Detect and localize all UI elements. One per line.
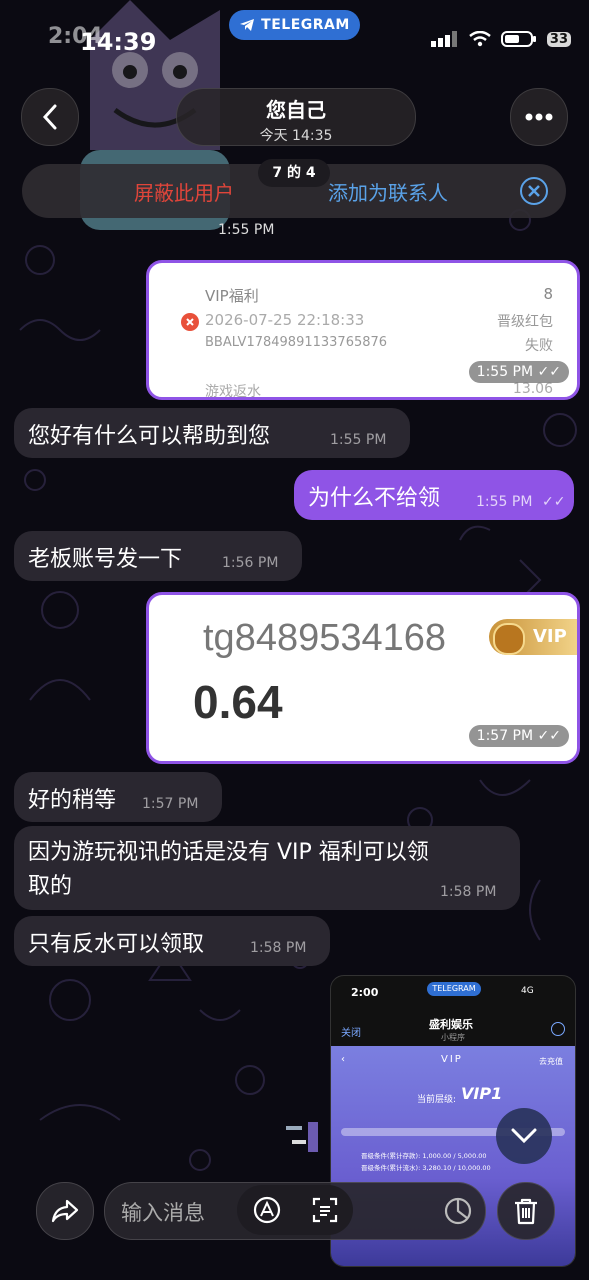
signal-icon	[430, 31, 457, 47]
incoming-message[interactable]: 您好有什么可以帮助到您 1:55 PM	[14, 408, 410, 458]
delete-button[interactable]	[497, 1182, 555, 1240]
thumb-close: 关闭	[341, 1028, 361, 1039]
message-text-line2: 取的	[28, 874, 73, 899]
message-time: 1:56 PM	[222, 555, 279, 571]
scroll-down-button[interactable]	[496, 1108, 552, 1164]
record-time-chip: 1:55 PM ✓✓	[468, 361, 569, 383]
read-check-icon: ✓✓	[542, 494, 566, 510]
record-time: 1:55 PM	[476, 364, 534, 380]
record-order-id: BBALV17849891133765876	[205, 335, 388, 350]
message-text-line1: 因为游玩视讯的话是没有 VIP 福利可以领	[28, 840, 429, 865]
message-time: 1:58 PM	[440, 884, 497, 900]
battery-icon	[500, 31, 536, 47]
share-button[interactable]	[36, 1182, 94, 1240]
error-icon	[181, 313, 199, 331]
add-contact-button[interactable]: 添加为联系人	[328, 177, 448, 206]
telegram-pill-label: TELEGRAM	[261, 17, 350, 33]
chat-title: 您自己	[266, 98, 326, 122]
record-title: VIP福利	[205, 287, 259, 305]
message-text: 为什么不给领	[308, 486, 441, 511]
share-arrow-icon	[51, 1199, 79, 1223]
thumb-app-title: 盛利娱乐	[429, 1018, 473, 1031]
chat-title-pill[interactable]: 您自己 今天 14:35	[176, 88, 416, 146]
system-icons: 33	[430, 30, 571, 48]
message-text: 只有反水可以领取	[28, 932, 205, 957]
incoming-message[interactable]: 只有反水可以领取 1:58 PM	[14, 916, 330, 966]
account-id: tg8489534168	[203, 617, 447, 659]
thumb-back-icon: ‹	[341, 1054, 345, 1065]
record-next-amount: 13.06	[512, 381, 553, 397]
incoming-message[interactable]: 因为游玩视讯的话是没有 VIP 福利可以领 取的 1:58 PM	[14, 826, 520, 910]
text-format-icon[interactable]	[252, 1195, 282, 1225]
message-time: 1:55 PM	[476, 494, 533, 510]
record-screenshot[interactable]: VIP福利 2026-07-25 22:18:33 BBALV178498911…	[146, 260, 580, 400]
sticker-icon[interactable]	[443, 1196, 473, 1226]
account-time: 1:57 PM	[476, 728, 534, 744]
thumb-tg-pill: TELEGRAM	[427, 982, 481, 996]
composer-tools	[237, 1185, 353, 1235]
trash-icon	[515, 1198, 537, 1225]
message-time: 1:55 PM	[218, 222, 275, 238]
block-user-button[interactable]: 屏蔽此用户	[134, 177, 234, 206]
thumb-row2: 晋级条件(累计流水): 3,280.10 / 10,000.00	[361, 1164, 491, 1172]
thumb-time: 2:00	[351, 986, 379, 999]
account-time-chip: 1:57 PM ✓✓	[468, 725, 569, 747]
thumb-row1: 晋级条件(累计存款): 1,000.00 / 5,000.00	[361, 1152, 487, 1160]
read-check-icon: ✓✓	[537, 364, 561, 380]
thumb-level: VIP1	[461, 1084, 503, 1103]
telegram-pill: TELEGRAM	[229, 10, 360, 40]
message-input-placeholder: 输入消息	[121, 1201, 205, 1225]
account-balance: 0.64	[193, 676, 283, 728]
message-time: 1:55 PM	[330, 432, 387, 448]
record-next-title: 游戏返水	[205, 384, 261, 400]
thumb-signal: 4G	[521, 986, 534, 996]
incoming-message[interactable]: 老板账号发一下 1:56 PM	[14, 531, 302, 581]
message-text: 老板账号发一下	[28, 547, 183, 572]
more-button[interactable]	[510, 88, 568, 146]
outgoing-message[interactable]: 为什么不给领 1:55 PM ✓✓	[294, 470, 574, 520]
close-bar-button[interactable]	[520, 177, 548, 205]
chevron-left-icon	[42, 104, 57, 130]
message-text: 好的稍等	[28, 788, 117, 813]
thumb-vip-header: VIP	[441, 1054, 463, 1065]
thumb-app-sub: 小程序	[441, 1033, 465, 1042]
glitch-artifact	[286, 1122, 330, 1162]
thumb-recharge: 去充值	[539, 1057, 563, 1066]
vip-badge-label: VIP	[533, 626, 567, 647]
record-amount: 8	[543, 285, 553, 303]
account-screenshot[interactable]: tg8489534168 0.64 VIP 1:57 PM ✓✓	[146, 592, 580, 764]
close-icon	[528, 185, 540, 197]
vip-badge: VIP	[489, 619, 577, 655]
thumb-level-label: 当前层级:	[417, 1095, 457, 1105]
message-input[interactable]: 输入消息	[104, 1182, 486, 1240]
message-time: 1:57 PM	[142, 796, 199, 812]
status-clock: 14:39	[80, 28, 157, 56]
read-check-icon: ✓✓	[537, 728, 561, 744]
telegram-plane-icon	[240, 19, 255, 31]
battery-badge: 33	[546, 31, 571, 47]
page-counter: 7 的 4	[258, 159, 330, 187]
message-time: 1:58 PM	[250, 940, 307, 956]
vip-gem-icon	[493, 623, 525, 655]
message-text: 您好有什么可以帮助到您	[28, 424, 271, 449]
chevron-down-icon	[511, 1128, 537, 1144]
record-datetime: 2026-07-25 22:18:33	[205, 311, 365, 329]
record-status: 失败	[525, 338, 553, 354]
back-button[interactable]	[21, 88, 79, 146]
more-dots-icon	[525, 113, 553, 121]
chat-subtitle: 今天 14:35	[259, 128, 333, 144]
scan-icon[interactable]	[311, 1196, 339, 1224]
wifi-icon	[469, 31, 491, 47]
incoming-message[interactable]: 好的稍等 1:57 PM	[14, 772, 222, 822]
thumb-menu-icon	[551, 1022, 565, 1036]
record-type: 晋级红包	[497, 314, 553, 330]
